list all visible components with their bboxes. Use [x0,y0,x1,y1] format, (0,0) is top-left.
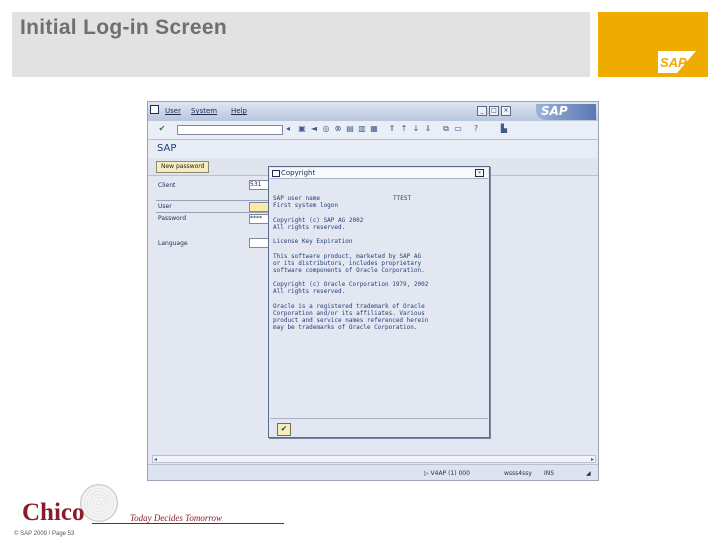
minimize-icon[interactable]: _ [477,106,487,116]
dialog-text: First system logon Copyright (c) SAP AG … [273,202,473,331]
dialog-line: or its distributors, includes proprietar… [273,259,422,267]
status-server: wsss4ssy [504,470,532,477]
slide-title: Initial Log-in Screen [20,16,227,39]
last-page-icon[interactable]: ⇓ [424,125,432,133]
status-mode: INS [544,470,555,477]
window-menu-icon[interactable] [150,105,159,114]
dialog-line: First system logon [273,202,339,209]
dialog-window-icon [272,170,280,177]
exit-icon[interactable]: ◎ [322,125,330,133]
dialog-line: Oracle is a registered trademark of Orac… [273,302,425,310]
sap-logo-box: SAP [598,12,708,77]
find-icon[interactable]: ▥ [358,125,366,133]
dialog-line: software components of Oracle Corporatio… [273,266,425,274]
print-icon[interactable]: ▤ [346,125,354,133]
scroll-right-icon[interactable]: ▸ [591,456,594,463]
copyright-dialog: Copyright × SAP user name TTEST First sy… [268,166,490,438]
password-label: Password [158,215,187,222]
help-icon[interactable]: ? [472,125,480,133]
university-seal-icon [80,484,118,522]
dialog-title: Copyright [281,169,316,177]
sap-logo-icon: SAP [658,51,696,73]
find-next-icon[interactable]: ▦ [370,125,378,133]
dialog-line [273,295,473,303]
dialog-line: may be trademarks of Oracle Corporation. [273,323,418,331]
status-system[interactable]: ▷ V4AP (1) 000 [424,470,470,477]
close-icon[interactable]: × [501,106,511,116]
svg-text:SAP: SAP [660,55,687,70]
dialog-user-value: TTEST [393,195,412,202]
tagline-rule [92,523,284,524]
enter-check-icon[interactable]: ✔ [158,125,166,133]
dialog-close-icon[interactable]: × [475,169,484,177]
dialog-line: All rights reserved. [273,223,346,231]
language-field[interactable] [249,238,269,248]
back-icon[interactable]: ◄ [310,125,318,133]
client-label: Client [158,182,176,189]
scroll-left-icon[interactable]: ◂ [154,456,157,463]
dialog-line: License Key Expiration [273,238,353,245]
dialog-line [273,245,473,253]
sap-badge-icon: SAP [536,104,596,120]
prev-page-icon[interactable]: ↑ [400,125,408,133]
title-bar: SAP [148,140,598,158]
dialog-user-label: SAP user name [273,195,320,202]
menu-help[interactable]: Help [231,107,247,115]
dialog-line [273,209,473,217]
next-page-icon[interactable]: ↓ [412,125,420,133]
resize-grip-icon[interactable]: ◢ [586,470,591,477]
dialog-line: product and service names referenced her… [273,316,429,324]
dialog-line: This software product, marketed by SAP A… [273,252,422,260]
confirm-check-icon[interactable]: ✔ [277,423,291,436]
new-password-button[interactable]: New password [156,161,210,173]
maximize-icon[interactable]: □ [489,106,499,116]
dialog-line: Copyright (c) SAP AG 2002 [273,216,364,224]
client-field[interactable]: 531 [249,180,269,190]
menu-bar: User System Help _ □ × SAP [148,102,598,121]
user-label: User [158,203,172,210]
command-field[interactable] [177,125,283,135]
layout-menu-icon[interactable]: ▙ [500,125,508,133]
chico-wordmark: Chico [22,499,85,526]
dialog-titlebar[interactable]: Copyright × [270,168,488,179]
cancel-icon[interactable]: ⊗ [334,125,342,133]
first-page-icon[interactable]: ⇑ [388,125,396,133]
chico-logo: Chico [22,484,118,528]
new-session-icon[interactable]: ⧉ [442,125,450,133]
user-field[interactable] [249,202,269,212]
slide-header: Initial Log-in Screen [12,12,590,77]
dialog-line [273,231,473,239]
standard-toolbar: ✔ ◂ ▣ ◄ ◎ ⊗ ▤ ▥ ▦ ⇑ ↑ ↓ ⇓ ⧉ ▭ ? ▙ [148,121,598,140]
chevron-left-icon[interactable]: ◂ [284,125,292,133]
password-field[interactable]: **** [249,214,269,224]
status-bar: ▷ V4AP (1) 000 wsss4ssy INS ◢ [148,464,598,480]
shortcut-icon[interactable]: ▭ [454,125,462,133]
save-icon[interactable]: ▣ [298,125,306,133]
dialog-line: Copyright (c) Oracle Corporation 1979, 2… [273,281,429,288]
field-divider [156,200,268,201]
copyright-footer: © SAP 2009 / Page 53 [14,531,75,537]
dialog-footer: ✔ [270,418,488,437]
dialog-line: All rights reserved. [273,288,346,295]
horizontal-scrollbar[interactable]: ◂ ▸ [152,455,596,463]
menu-user[interactable]: User [165,107,181,115]
field-divider [156,212,268,213]
dialog-line: Corporation and/or its affiliates. Vario… [273,309,425,317]
language-label: Language [158,240,188,247]
app-title: SAP [157,143,177,154]
dialog-line [273,274,473,282]
menu-system[interactable]: System [191,107,217,115]
tagline: Today Decides Tomorrow [130,513,223,523]
